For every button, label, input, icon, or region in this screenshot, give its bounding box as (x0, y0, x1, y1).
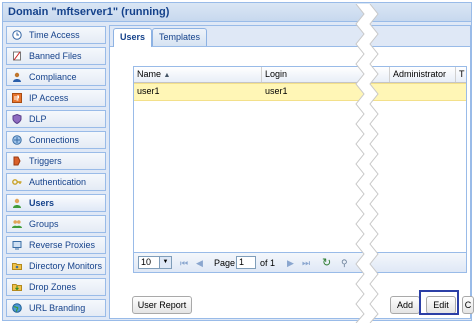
sidebar-item-label: Directory Monitors (29, 261, 103, 271)
sidebar: Time Access Banned Files Compliance IP A… (6, 25, 106, 319)
column-header-name[interactable]: Name ▲ (134, 67, 262, 82)
globe-icon (12, 303, 22, 313)
add-button[interactable]: Add (390, 296, 420, 314)
torn-edge-divider (355, 4, 379, 323)
sidebar-item-dlp[interactable]: DLP (6, 110, 106, 128)
sidebar-item-time-access[interactable]: Time Access (6, 26, 106, 44)
sidebar-item-url-branding[interactable]: URL Branding (6, 299, 106, 317)
tab-templates[interactable]: Templates (152, 28, 208, 46)
sidebar-item-banned-files[interactable]: Banned Files (6, 47, 106, 65)
window-title: Domain "mftserver1" (running) (3, 3, 471, 22)
cell-name: user1 (137, 86, 160, 96)
domain-window: Domain "mftserver1" (running) Time Acces… (2, 2, 474, 321)
sidebar-item-label: URL Branding (29, 303, 86, 313)
refresh-icon[interactable]: ↻ (322, 256, 331, 270)
sidebar-item-label: Authentication (29, 177, 87, 187)
person-icon (12, 72, 22, 82)
sidebar-item-compliance[interactable]: Compliance (6, 68, 106, 86)
edit-button-highlight (419, 290, 459, 315)
proxy-icon (12, 240, 22, 250)
sidebar-item-label: Reverse Proxies (29, 240, 96, 250)
banned-file-icon (12, 51, 22, 61)
shield-icon (12, 114, 22, 124)
user-icon (12, 198, 22, 208)
ip-icon (12, 93, 22, 103)
users-panel: Users Templates Name ▲ Login Administrat… (109, 25, 474, 319)
column-header-administrator[interactable]: Administrator (390, 67, 456, 82)
sidebar-item-directory-monitors[interactable]: Directory Monitors (6, 257, 106, 275)
tab-strip: Users Templates (110, 26, 470, 47)
sidebar-item-label: Triggers (29, 156, 62, 166)
sidebar-item-label: DLP (29, 114, 47, 124)
key-icon (12, 177, 22, 187)
sidebar-item-ip-access[interactable]: IP Access (6, 89, 106, 107)
user-report-button[interactable]: User Report (132, 296, 192, 314)
grid-header: Name ▲ Login Administrator T (134, 67, 466, 83)
page-size-select[interactable]: 10 ▼ (138, 256, 172, 269)
table-row[interactable]: user1 user1 (134, 83, 466, 101)
previous-page-icon[interactable]: ◀ (196, 256, 203, 270)
page-label: Page (214, 258, 236, 268)
sidebar-item-triggers[interactable]: Triggers (6, 152, 106, 170)
first-page-icon[interactable]: ⏮ (180, 256, 188, 270)
sidebar-item-label: Time Access (29, 30, 80, 40)
partial-button[interactable]: C (462, 296, 474, 314)
drop-zone-icon (12, 282, 22, 292)
sidebar-item-drop-zones[interactable]: Drop Zones (6, 278, 106, 296)
sidebar-item-label: Users (29, 198, 55, 208)
directory-monitor-icon (12, 261, 22, 271)
page-number-input[interactable]: 1 (236, 256, 256, 269)
column-header-t[interactable]: T (456, 67, 466, 82)
chevron-down-icon: ▼ (159, 257, 171, 268)
pagination-toolbar: 10 ▼ ⏮ ◀ Page 1 of 1 ▶ ⏭ ↻ ⚲ (133, 252, 467, 273)
group-icon (12, 219, 22, 229)
next-page-icon[interactable]: ▶ (287, 256, 294, 270)
sidebar-item-reverse-proxies[interactable]: Reverse Proxies (6, 236, 106, 254)
sidebar-item-groups[interactable]: Groups (6, 215, 106, 233)
page-count-label: of 1 (260, 258, 276, 268)
clock-icon (12, 30, 22, 40)
sort-ascending-icon: ▲ (163, 72, 171, 79)
sidebar-item-users[interactable]: Users (6, 194, 106, 212)
sidebar-item-label: Banned Files (29, 51, 82, 61)
sidebar-item-label: IP Access (29, 93, 69, 103)
connections-icon (12, 135, 22, 145)
tab-users[interactable]: Users (113, 28, 153, 47)
sidebar-item-label: Groups (29, 219, 59, 229)
sidebar-item-label: Connections (29, 135, 80, 145)
sidebar-item-authentication[interactable]: Authentication (6, 173, 106, 191)
trigger-icon (12, 156, 22, 166)
sidebar-item-connections[interactable]: Connections (6, 131, 106, 149)
users-grid: Name ▲ Login Administrator T user1 user1 (133, 66, 467, 273)
sidebar-item-label: Drop Zones (29, 282, 77, 292)
last-page-icon[interactable]: ⏭ (302, 256, 310, 270)
sidebar-item-label: Compliance (29, 72, 77, 82)
